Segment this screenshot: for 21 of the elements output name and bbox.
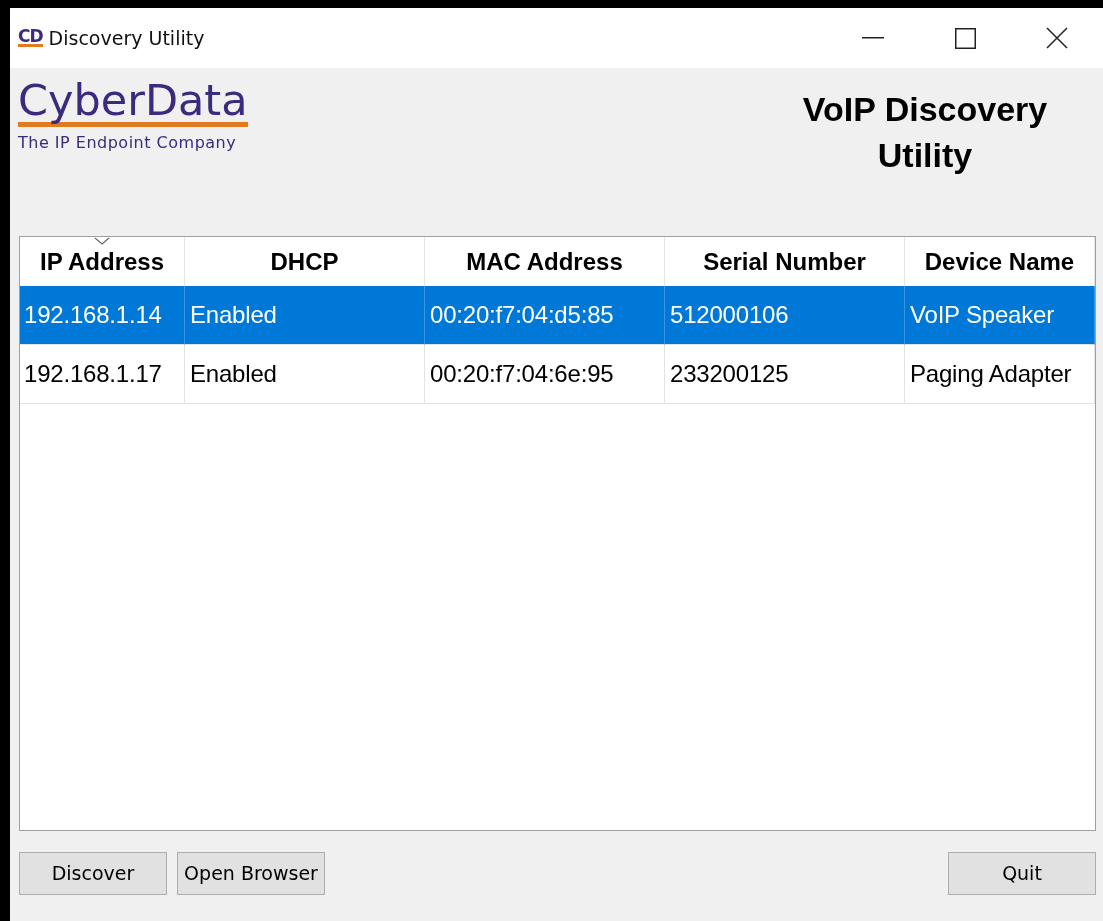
app-logo: CD [18, 29, 43, 47]
table-cell[interactable]: 233200125 [665, 345, 905, 404]
quit-button[interactable]: Quit [948, 851, 1096, 895]
action-button[interactable]: Discover [19, 851, 167, 895]
table-cell[interactable]: VoIP Speaker [905, 286, 1095, 345]
window-title: Discovery Utility [48, 27, 206, 49]
table-cell[interactable]: Enabled [185, 286, 425, 345]
table-cell[interactable]: 512000106 [665, 286, 905, 345]
table-cell[interactable]: 192.168.1.17 [20, 345, 185, 404]
app-heading: VoIP Discovery Utility [801, 89, 1049, 176]
table-cell[interactable]: Paging Adapter [905, 345, 1095, 404]
table-cell[interactable]: 00:20:f7:04:d5:85 [425, 286, 665, 345]
minimize-icon [862, 37, 884, 39]
action-button[interactable]: Open Browser [177, 851, 325, 895]
close-icon [1046, 27, 1068, 49]
maximize-icon [954, 27, 976, 49]
table-cell[interactable]: 192.168.1.14 [20, 286, 185, 345]
table-cell[interactable]: Enabled [185, 345, 425, 404]
brand-tagline: The IP Endpoint Company [18, 133, 237, 152]
table-cell[interactable]: 00:20:f7:04:6e:95 [425, 345, 665, 404]
brand-logo: CyberData [18, 78, 248, 127]
